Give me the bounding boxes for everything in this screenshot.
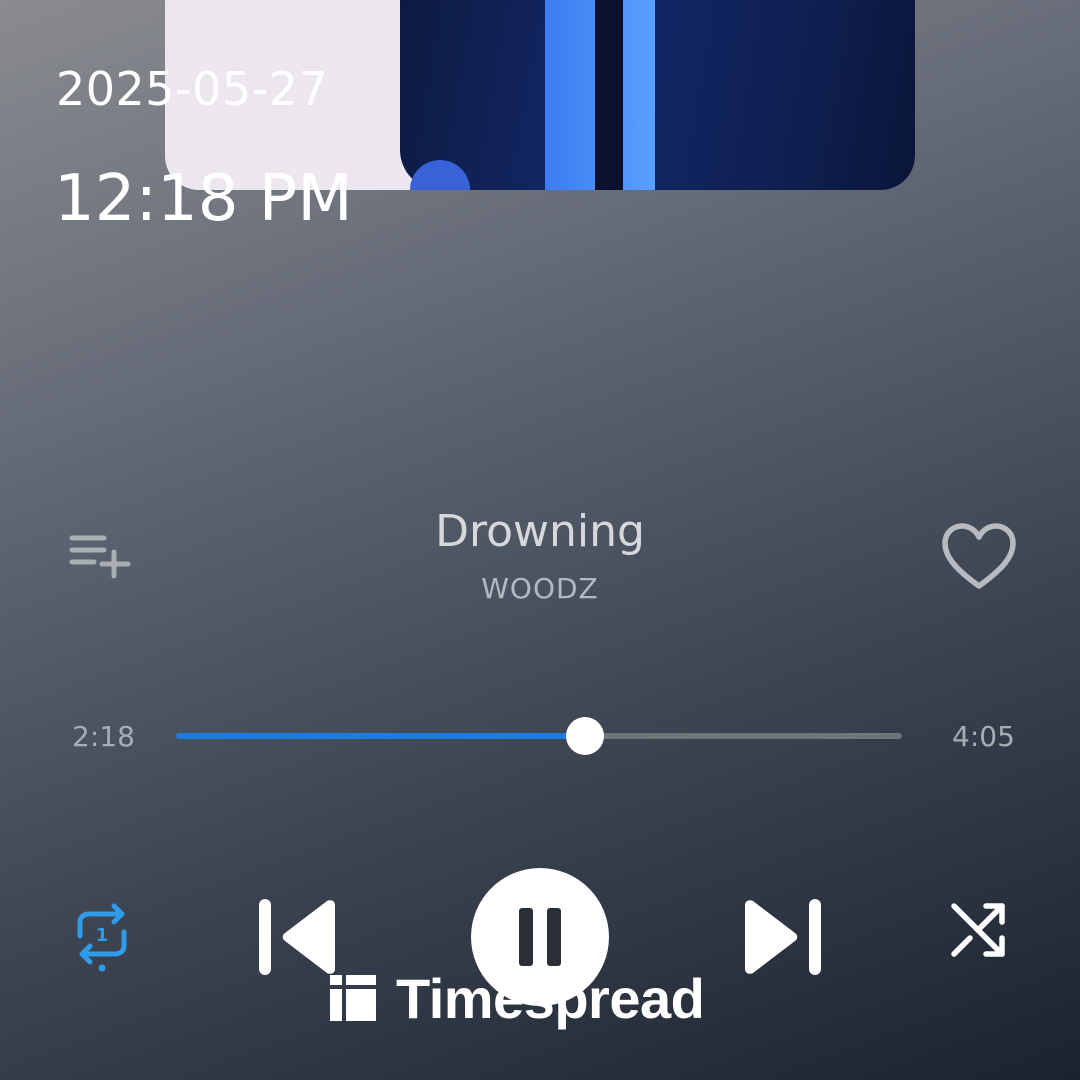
album-art-figure <box>400 0 915 190</box>
like-button[interactable] <box>940 522 1018 592</box>
shuffle-button[interactable] <box>948 900 1008 960</box>
seek-bar-fill <box>176 733 585 739</box>
repeat-button[interactable]: 1 <box>72 902 132 972</box>
watermark-text: Timespread <box>396 966 705 1030</box>
watermark: Timespread <box>328 966 705 1030</box>
heart-outline-icon <box>942 523 1016 589</box>
track-artist[interactable]: WOODZ <box>0 572 1080 605</box>
repeat-one-icon: 1 <box>77 903 127 972</box>
previous-track-button[interactable] <box>255 895 345 979</box>
skip-next-icon <box>745 899 821 975</box>
svg-text:1: 1 <box>96 925 109 946</box>
track-title: Drowning <box>435 506 645 557</box>
lockscreen-date: 2025-05-27 <box>56 62 329 116</box>
skip-previous-icon <box>259 899 335 975</box>
album-art-tie <box>595 0 623 190</box>
next-track-button[interactable] <box>735 895 825 979</box>
seek-bar[interactable] <box>176 717 902 755</box>
shuffle-icon <box>951 903 1005 957</box>
total-duration: 4:05 <box>952 720 1015 753</box>
timespread-logo-icon <box>330 975 376 1021</box>
seek-bar-thumb[interactable] <box>565 717 604 755</box>
lockscreen-time: 12:18 PM <box>54 162 353 236</box>
elapsed-time: 2:18 <box>72 720 135 753</box>
